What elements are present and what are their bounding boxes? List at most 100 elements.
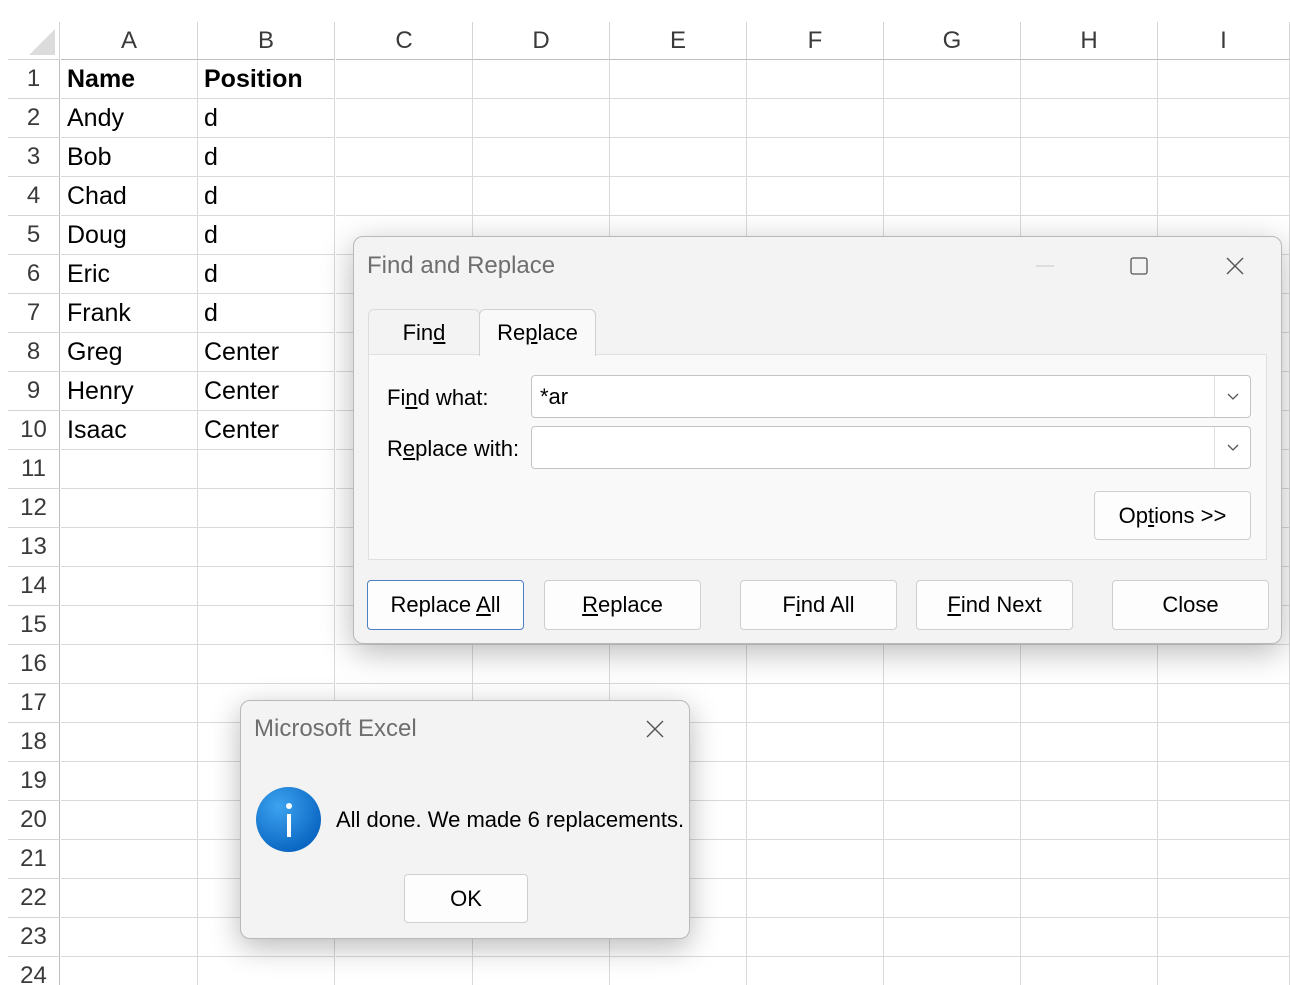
cell-b9[interactable]: Center xyxy=(198,372,335,411)
cell-g23[interactable] xyxy=(884,918,1021,957)
cell-a15[interactable] xyxy=(61,606,198,645)
cell-a13[interactable] xyxy=(61,528,198,567)
cell-h24[interactable] xyxy=(1021,957,1158,985)
cell-h3[interactable] xyxy=(1021,138,1158,177)
row-header-3[interactable]: 3 xyxy=(8,138,60,177)
cell-h18[interactable] xyxy=(1021,723,1158,762)
cell-a19[interactable] xyxy=(61,762,198,801)
cell-f2[interactable] xyxy=(747,99,884,138)
row-header-2[interactable]: 2 xyxy=(8,99,60,138)
cell-a8[interactable]: Greg xyxy=(61,333,198,372)
replace-button[interactable]: Replace xyxy=(544,580,701,630)
cell-h17[interactable] xyxy=(1021,684,1158,723)
cell-d1[interactable] xyxy=(473,60,610,99)
cell-d16[interactable] xyxy=(473,645,610,684)
cell-h20[interactable] xyxy=(1021,801,1158,840)
cell-d2[interactable] xyxy=(473,99,610,138)
cell-i19[interactable] xyxy=(1158,762,1290,801)
row-header-10[interactable]: 10 xyxy=(8,411,60,450)
find-what-combobox[interactable]: *ar xyxy=(531,375,1251,418)
ok-button[interactable]: OK xyxy=(404,874,528,923)
cell-h16[interactable] xyxy=(1021,645,1158,684)
cell-h23[interactable] xyxy=(1021,918,1158,957)
cell-f4[interactable] xyxy=(747,177,884,216)
row-header-13[interactable]: 13 xyxy=(8,528,60,567)
replace-with-combobox[interactable] xyxy=(531,426,1251,469)
row-header-22[interactable]: 22 xyxy=(8,879,60,918)
cell-h1[interactable] xyxy=(1021,60,1158,99)
cell-g1[interactable] xyxy=(884,60,1021,99)
cell-a9[interactable]: Henry xyxy=(61,372,198,411)
find-what-dropdown[interactable] xyxy=(1214,376,1250,417)
maximize-button[interactable] xyxy=(1114,245,1164,287)
row-header-18[interactable]: 18 xyxy=(8,723,60,762)
cell-g22[interactable] xyxy=(884,879,1021,918)
cell-a24[interactable] xyxy=(61,957,198,985)
column-header-g[interactable]: G xyxy=(884,22,1021,60)
cell-i18[interactable] xyxy=(1158,723,1290,762)
cell-b1[interactable]: Position xyxy=(198,60,335,99)
row-header-8[interactable]: 8 xyxy=(8,333,60,372)
cell-i23[interactable] xyxy=(1158,918,1290,957)
cell-d24[interactable] xyxy=(473,957,610,985)
cell-i1[interactable] xyxy=(1158,60,1290,99)
cell-f17[interactable] xyxy=(747,684,884,723)
cell-a17[interactable] xyxy=(61,684,198,723)
cell-a14[interactable] xyxy=(61,567,198,606)
cell-h19[interactable] xyxy=(1021,762,1158,801)
row-header-7[interactable]: 7 xyxy=(8,294,60,333)
replace-with-dropdown[interactable] xyxy=(1214,427,1250,468)
cell-b14[interactable] xyxy=(198,567,335,606)
cell-c2[interactable] xyxy=(336,99,473,138)
cell-d4[interactable] xyxy=(473,177,610,216)
cell-a18[interactable] xyxy=(61,723,198,762)
cell-b5[interactable]: d xyxy=(198,216,335,255)
cell-i24[interactable] xyxy=(1158,957,1290,985)
cell-b16[interactable] xyxy=(198,645,335,684)
cell-i16[interactable] xyxy=(1158,645,1290,684)
cell-i3[interactable] xyxy=(1158,138,1290,177)
cell-g18[interactable] xyxy=(884,723,1021,762)
row-header-19[interactable]: 19 xyxy=(8,762,60,801)
cell-a10[interactable]: Isaac xyxy=(61,411,198,450)
row-header-12[interactable]: 12 xyxy=(8,489,60,528)
cell-i2[interactable] xyxy=(1158,99,1290,138)
column-header-h[interactable]: H xyxy=(1021,22,1158,60)
cell-b3[interactable]: d xyxy=(198,138,335,177)
cell-a3[interactable]: Bob xyxy=(61,138,198,177)
cell-g17[interactable] xyxy=(884,684,1021,723)
cell-a21[interactable] xyxy=(61,840,198,879)
cell-g21[interactable] xyxy=(884,840,1021,879)
cell-f23[interactable] xyxy=(747,918,884,957)
cell-b2[interactable]: d xyxy=(198,99,335,138)
cell-a5[interactable]: Doug xyxy=(61,216,198,255)
row-header-6[interactable]: 6 xyxy=(8,255,60,294)
cell-c16[interactable] xyxy=(336,645,473,684)
cell-b13[interactable] xyxy=(198,528,335,567)
cell-g19[interactable] xyxy=(884,762,1021,801)
cell-e1[interactable] xyxy=(610,60,747,99)
cell-b11[interactable] xyxy=(198,450,335,489)
cell-c4[interactable] xyxy=(336,177,473,216)
cell-c24[interactable] xyxy=(336,957,473,985)
row-header-5[interactable]: 5 xyxy=(8,216,60,255)
find-what-input[interactable]: *ar xyxy=(540,384,568,410)
cell-b4[interactable]: d xyxy=(198,177,335,216)
cell-b15[interactable] xyxy=(198,606,335,645)
cell-h22[interactable] xyxy=(1021,879,1158,918)
cell-f20[interactable] xyxy=(747,801,884,840)
cell-a7[interactable]: Frank xyxy=(61,294,198,333)
cell-g3[interactable] xyxy=(884,138,1021,177)
row-header-24[interactable]: 24 xyxy=(8,957,60,985)
cell-b24[interactable] xyxy=(198,957,335,985)
cell-f24[interactable] xyxy=(747,957,884,985)
row-header-16[interactable]: 16 xyxy=(8,645,60,684)
cell-f18[interactable] xyxy=(747,723,884,762)
cell-a16[interactable] xyxy=(61,645,198,684)
minimize-button[interactable] xyxy=(1020,245,1070,287)
cell-f19[interactable] xyxy=(747,762,884,801)
cell-h4[interactable] xyxy=(1021,177,1158,216)
row-header-17[interactable]: 17 xyxy=(8,684,60,723)
select-all-corner[interactable] xyxy=(8,22,60,60)
column-header-e[interactable]: E xyxy=(610,22,747,60)
